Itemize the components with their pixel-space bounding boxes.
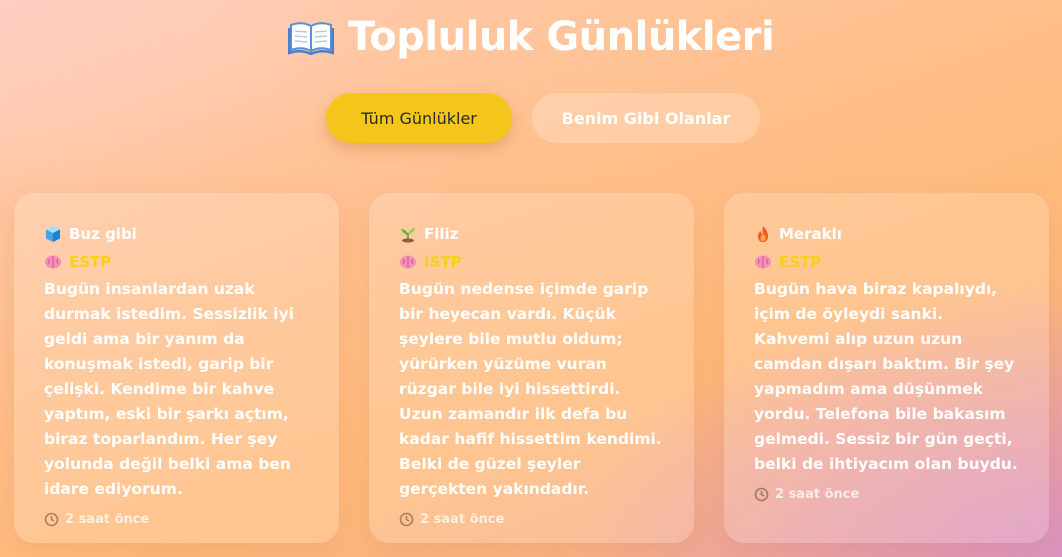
mood-label: Buz gibi (69, 225, 137, 243)
time-label: 2 saat önce (65, 512, 150, 527)
time-label: 2 saat önce (420, 512, 505, 527)
personality-row: ISTP (399, 253, 664, 271)
mood-row: Filiz (399, 225, 664, 243)
journal-text: Bugün hava biraz kapalıydı, içim de öyle… (754, 280, 1018, 473)
tab-like-me[interactable]: Benim Gibi Olanlar (532, 93, 760, 143)
personality-type: ISTP (424, 253, 462, 271)
mood-label: Filiz (424, 225, 459, 243)
journal-text: Bugün nedense içimde garip bir heyecan v… (399, 280, 662, 498)
open-book-icon (287, 19, 335, 56)
mood-row: Buz gibi (44, 225, 309, 243)
brain-icon (44, 253, 62, 271)
timestamp: 2 saat önce (754, 487, 1019, 502)
page-header: Topluluk Günlükleri (0, 14, 1062, 60)
clock-icon (754, 487, 769, 502)
fire-icon (754, 225, 772, 243)
journal-card[interactable]: Filiz ISTP Bugün nedense içimde garip bi… (369, 193, 694, 543)
filter-tabs: Tüm Günlükler Benim Gibi Olanlar (0, 93, 1062, 143)
journal-text: Bugün insanlardan uzak durmak istedim. S… (44, 280, 294, 498)
clock-icon (44, 512, 59, 527)
journal-card[interactable]: Meraklı ESTP Bugün hava biraz kapalıydı,… (724, 193, 1049, 543)
time-label: 2 saat önce (775, 487, 860, 502)
journal-list: Buz gibi ESTP Bugün insanlardan uzak dur… (14, 193, 1054, 543)
timestamp: 2 saat önce (44, 512, 309, 527)
journal-card[interactable]: Buz gibi ESTP Bugün insanlardan uzak dur… (14, 193, 339, 543)
page-title: Topluluk Günlükleri (287, 14, 775, 60)
mood-label: Meraklı (779, 225, 842, 243)
mood-row: Meraklı (754, 225, 1019, 243)
brain-icon (399, 253, 417, 271)
ice-cube-icon (44, 225, 62, 243)
personality-type: ESTP (69, 253, 112, 271)
page-title-text: Topluluk Günlükleri (347, 14, 775, 60)
personality-row: ESTP (44, 253, 309, 271)
tab-all-journals[interactable]: Tüm Günlükler (326, 93, 512, 143)
personality-row: ESTP (754, 253, 1019, 271)
clock-icon (399, 512, 414, 527)
timestamp: 2 saat önce (399, 512, 664, 527)
brain-icon (754, 253, 772, 271)
seedling-icon (399, 225, 417, 243)
personality-type: ESTP (779, 253, 822, 271)
